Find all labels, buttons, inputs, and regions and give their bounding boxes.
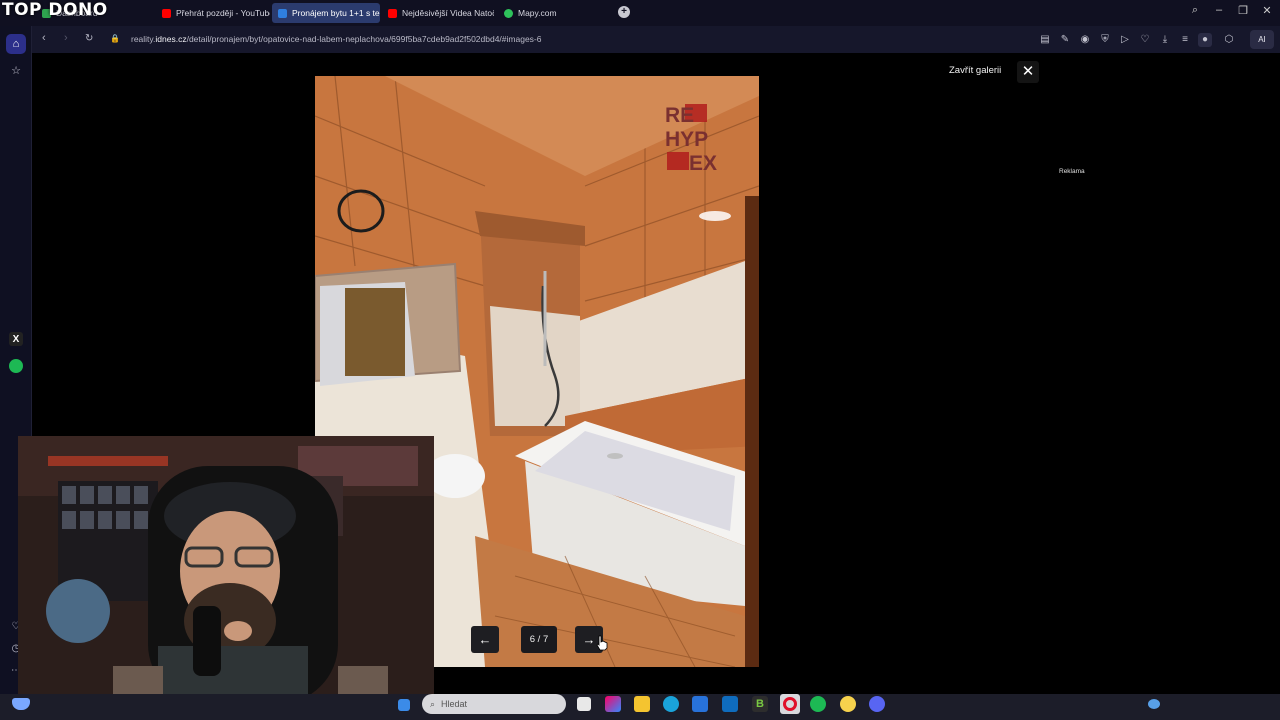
bookmark-star-icon[interactable]: ☆	[6, 60, 26, 80]
youtube-icon	[162, 8, 171, 18]
ad-label: Reklama	[1059, 168, 1085, 175]
search-placeholder: Hledat	[441, 699, 468, 709]
discord-icon[interactable]	[869, 696, 885, 712]
previous-image-button[interactable]: ←	[471, 626, 499, 653]
close-window-icon[interactable]: ✕	[1258, 4, 1276, 17]
minimize-icon[interactable]: –	[1210, 4, 1228, 16]
mapy-icon	[504, 8, 513, 18]
url-prefix: reality.	[131, 34, 156, 44]
ai-button[interactable]: AI	[1250, 30, 1274, 49]
task-view-icon[interactable]	[577, 697, 591, 711]
start-icon[interactable]	[398, 699, 410, 711]
address-bar: ‹ › ↻ 🔒 reality.idnes.cz/detail/pronajem…	[32, 26, 1280, 53]
url-field[interactable]: reality.idnes.cz/detail/pronajem/byt/opa…	[131, 34, 541, 44]
tab-bar: Dashboard Přehrát později - YouTube Pron…	[0, 0, 1280, 26]
forward-icon[interactable]: ›	[64, 32, 68, 44]
menu-icon[interactable]: ≡	[1178, 33, 1192, 47]
tab-idnes-listing[interactable]: Pronájem bytu 1+1 s tera	[272, 3, 380, 23]
shield-icon[interactable]: ⛨	[1098, 33, 1112, 47]
profile-icon[interactable]: ●	[1198, 33, 1212, 47]
reload-icon[interactable]: ↻	[85, 33, 93, 44]
url-path: /detail/pronajem/byt/opatovice-nad-labem…	[186, 34, 542, 44]
search-icon: ⌕	[430, 698, 436, 709]
tab-label: Mapy.com	[518, 8, 557, 18]
search-tabs-icon[interactable]: ⌕	[1186, 4, 1204, 17]
widgets-icon[interactable]	[12, 698, 30, 710]
taskbar: ⌕ Hledat B	[0, 694, 1280, 720]
opera-taskbar-button[interactable]	[780, 694, 800, 714]
arrow-right-icon: →	[582, 632, 596, 647]
heart-icon[interactable]: ♡	[1138, 33, 1152, 47]
tab-mapy[interactable]: Mapy.com	[498, 3, 568, 23]
tab-label: Pronájem bytu 1+1 s tera	[292, 8, 380, 18]
image-counter: 6 / 7	[521, 626, 557, 653]
watermark-line-2: HYP	[665, 128, 708, 151]
outlook-icon[interactable]	[722, 696, 738, 712]
extensions-icon[interactable]: ⬡	[1222, 33, 1236, 47]
watermark-line-3: EX	[689, 152, 717, 175]
arrow-left-icon: ←	[478, 632, 492, 647]
store-icon[interactable]	[692, 696, 708, 712]
tab-youtube-scary[interactable]: Nejděsivější Videa Natoče	[382, 3, 494, 23]
lock-icon: 🔒	[110, 34, 120, 43]
reader-mode-icon[interactable]: ▤	[1038, 33, 1052, 47]
app-duck-icon[interactable]	[840, 696, 856, 712]
streamer-webcam-illustration	[18, 436, 434, 704]
close-icon[interactable]: ✕	[1017, 61, 1039, 83]
app-b-icon[interactable]: B	[752, 696, 768, 712]
close-gallery-link[interactable]: Zavřít galerii	[949, 65, 1001, 76]
back-icon[interactable]: ‹	[42, 32, 46, 44]
restore-icon[interactable]: ❐	[1234, 4, 1252, 17]
opera-icon	[783, 697, 797, 711]
idnes-icon	[278, 8, 287, 18]
watermark-line-1: RE	[665, 104, 694, 127]
tab-label: Přehrát později - YouTube	[176, 8, 270, 18]
play-icon[interactable]: ▷	[1118, 33, 1132, 47]
tab-youtube-watch-later[interactable]: Přehrát později - YouTube	[156, 3, 270, 23]
copilot-icon[interactable]	[605, 696, 621, 712]
spotify-icon[interactable]	[810, 696, 826, 712]
edit-icon[interactable]: ✎	[1058, 33, 1072, 47]
youtube-icon	[388, 8, 397, 18]
new-tab-button[interactable]: +	[618, 6, 630, 18]
url-domain: idnes.cz	[155, 34, 187, 44]
edge-icon[interactable]	[663, 696, 679, 712]
stream-overlay-title: TOP DONO	[2, 0, 108, 20]
cloud-icon[interactable]	[1148, 699, 1160, 709]
taskbar-search-box[interactable]: ⌕ Hledat	[422, 694, 566, 714]
file-explorer-icon[interactable]	[634, 696, 650, 712]
hand-cursor-icon	[596, 635, 608, 651]
download-icon[interactable]: ⤓	[1158, 33, 1172, 47]
camera-icon[interactable]: ◉	[1078, 33, 1092, 47]
home-icon[interactable]: ⌂	[6, 34, 26, 54]
tab-label: Nejděsivější Videa Natoče	[402, 8, 494, 18]
webcam-overlay	[18, 436, 434, 704]
screen: { "overlay": { "title": "TOP DONO" }, "t…	[0, 0, 1280, 720]
spotify-icon[interactable]	[9, 359, 23, 373]
x-twitter-icon[interactable]: X	[9, 332, 23, 346]
